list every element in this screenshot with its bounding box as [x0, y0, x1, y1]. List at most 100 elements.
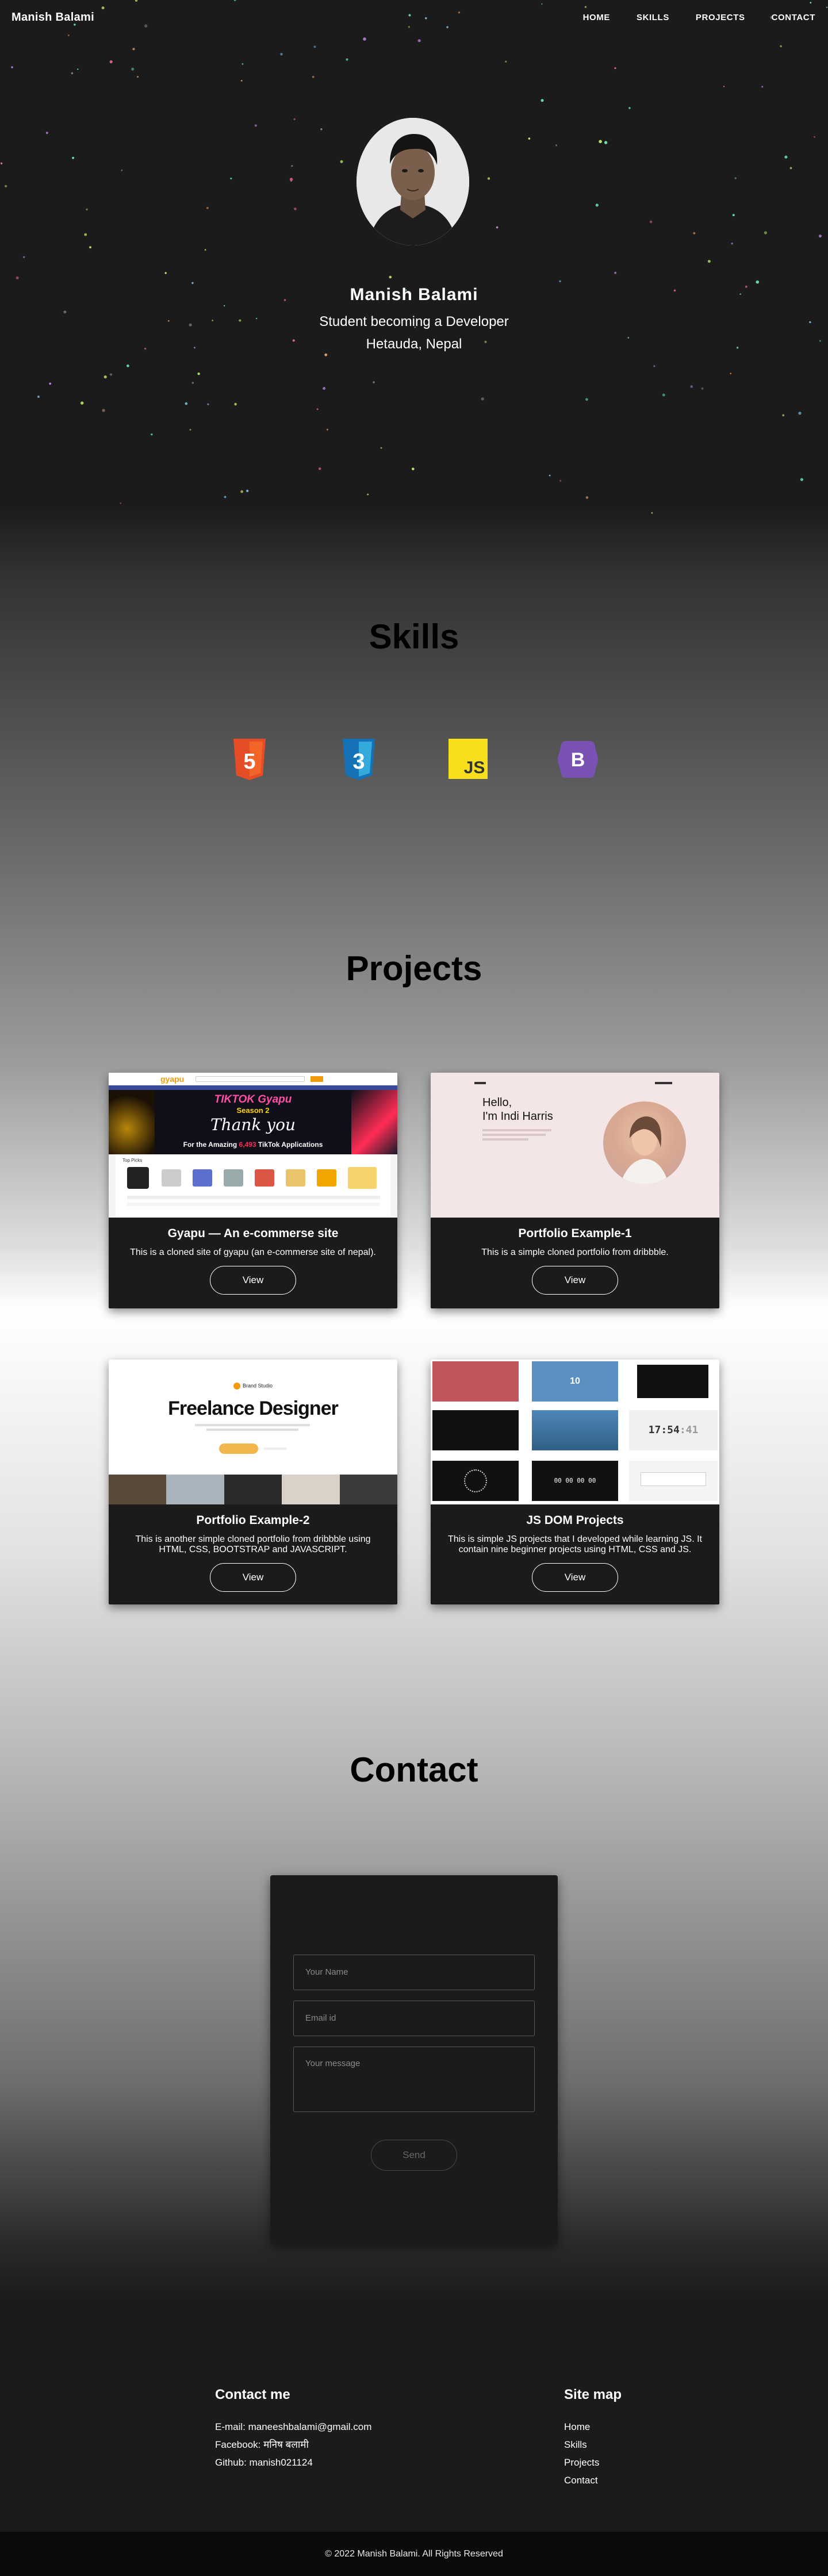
- particle-dot: [764, 231, 767, 235]
- particle-dot: [11, 66, 13, 68]
- project-title: Gyapu — An e-commerse site: [167, 1227, 339, 1240]
- particle-dot: [312, 76, 315, 78]
- particle-dot: [614, 271, 617, 274]
- particle-dot: [230, 177, 232, 180]
- project-title: Portfolio Example-1: [518, 1227, 632, 1240]
- message-textarea[interactable]: Your message: [293, 2047, 535, 2112]
- view-button[interactable]: View: [532, 1266, 618, 1295]
- nav-menu: HOME SKILLS PROJECTS CONTACT: [583, 13, 816, 22]
- particle-dot: [318, 467, 321, 470]
- project-description: This is a cloned site of gyapu (an e-com…: [130, 1247, 376, 1257]
- bootstrap-icon: B: [558, 741, 598, 781]
- nav-home-link[interactable]: HOME: [583, 13, 610, 22]
- footer-sitemap-title: Site map: [564, 2387, 622, 2402]
- project-thumbnail: 10 17:54:41 00 00 00 00: [431, 1360, 719, 1504]
- project-title: Portfolio Example-2: [196, 1514, 310, 1527]
- particle-dot: [323, 387, 326, 390]
- nav-contact-link[interactable]: CONTACT: [772, 13, 815, 22]
- particle-dot: [241, 63, 244, 65]
- particle-dot: [206, 206, 209, 209]
- particle-dot: [761, 86, 764, 88]
- particle-dot: [701, 387, 704, 390]
- particle-dot: [412, 467, 415, 471]
- particle-dot: [63, 310, 67, 314]
- particle-dot: [80, 401, 84, 405]
- particle-dot: [77, 68, 79, 70]
- particle-dot: [191, 282, 194, 284]
- footer-github[interactable]: Github: manish021124: [215, 2454, 371, 2471]
- footer-email[interactable]: E-mail: maneeshbalami@gmail.com: [215, 2418, 371, 2436]
- particle-dot: [185, 402, 188, 405]
- particle-dot: [132, 48, 135, 51]
- particle-dot: [604, 141, 608, 144]
- navbar: Manish Balami HOME SKILLS PROJECTS CONTA…: [0, 0, 828, 34]
- particle-dot: [528, 137, 531, 140]
- name-input[interactable]: Your Name: [293, 1955, 535, 1990]
- hero-role: Student becoming a Developer: [319, 314, 509, 329]
- sitemap-contact-link[interactable]: Contact: [564, 2471, 622, 2489]
- particle-dot: [818, 235, 822, 238]
- particle-dot: [240, 490, 243, 493]
- view-button[interactable]: View: [532, 1563, 618, 1592]
- view-button[interactable]: View: [210, 1266, 296, 1295]
- particle-dot: [84, 233, 87, 236]
- particle-dot: [540, 99, 544, 102]
- particle-dot: [814, 136, 815, 138]
- particle-dot: [37, 396, 40, 398]
- sitemap-home-link[interactable]: Home: [564, 2418, 622, 2436]
- project-thumbnail: Brand Studio Freelance Designer: [109, 1360, 397, 1504]
- particle-dot: [789, 167, 792, 170]
- particle-dot: [120, 502, 121, 504]
- particle-dot: [549, 474, 551, 477]
- send-button[interactable]: Send: [371, 2140, 457, 2171]
- projects-title: Projects: [346, 949, 482, 988]
- particle-dot: [380, 447, 382, 449]
- view-button[interactable]: View: [210, 1563, 296, 1592]
- particle-dot: [780, 45, 782, 48]
- particle-dot: [690, 385, 693, 388]
- project-thumbnail: Hello, I'm Indi Harris: [431, 1073, 719, 1218]
- particle-dot: [389, 275, 392, 279]
- particle-dot: [109, 60, 113, 64]
- nav-skills-link[interactable]: SKILLS: [637, 13, 669, 22]
- particle-dot: [346, 58, 348, 61]
- particle-dot: [67, 34, 70, 36]
- particle-dot: [224, 496, 227, 498]
- particle-dot: [197, 373, 200, 375]
- particle-dot: [291, 165, 293, 167]
- particle-dot: [191, 382, 194, 384]
- contact-form: Your Name Email id Your message Send: [270, 1875, 558, 2244]
- particle-dot: [784, 155, 788, 159]
- particle-dot: [707, 260, 711, 263]
- html5-icon: 5: [231, 739, 268, 784]
- particle-dot: [294, 208, 297, 210]
- nav-projects-link[interactable]: PROJECTS: [696, 13, 745, 22]
- particle-dot: [246, 489, 249, 493]
- sitemap-projects-link[interactable]: Projects: [564, 2454, 622, 2471]
- skills-list: 5 3 JS B: [0, 739, 828, 785]
- particle-dot: [505, 60, 507, 63]
- svg-text:3: 3: [352, 750, 365, 774]
- particle-dot: [280, 53, 283, 56]
- sitemap-skills-link[interactable]: Skills: [564, 2436, 622, 2454]
- particle-dot: [293, 118, 296, 120]
- footer-facebook[interactable]: Facebook: मनिष बलामी: [215, 2436, 371, 2454]
- particle-dot: [71, 72, 74, 75]
- footer-sitemap: Site map Home Skills Projects Contact: [564, 2387, 622, 2489]
- particle-dot: [49, 382, 52, 385]
- particle-dot: [649, 220, 653, 224]
- email-input[interactable]: Email id: [293, 2001, 535, 2036]
- particle-dot: [693, 232, 696, 235]
- skills-title: Skills: [369, 617, 459, 656]
- particle-dot: [313, 45, 316, 48]
- project-title: JS DOM Projects: [526, 1514, 624, 1527]
- project-description: This is a simple cloned portfolio from d…: [481, 1247, 669, 1257]
- particle-dot: [72, 156, 74, 159]
- particle-dot: [126, 364, 129, 367]
- particle-dot: [0, 162, 3, 164]
- footer-contact-title: Contact me: [215, 2387, 290, 2402]
- particle-dot: [254, 124, 257, 127]
- brand-logo[interactable]: Manish Balami: [12, 11, 94, 24]
- particle-dot: [22, 256, 25, 259]
- hero-section: Manish Balami Student becoming a Develop…: [0, 0, 828, 517]
